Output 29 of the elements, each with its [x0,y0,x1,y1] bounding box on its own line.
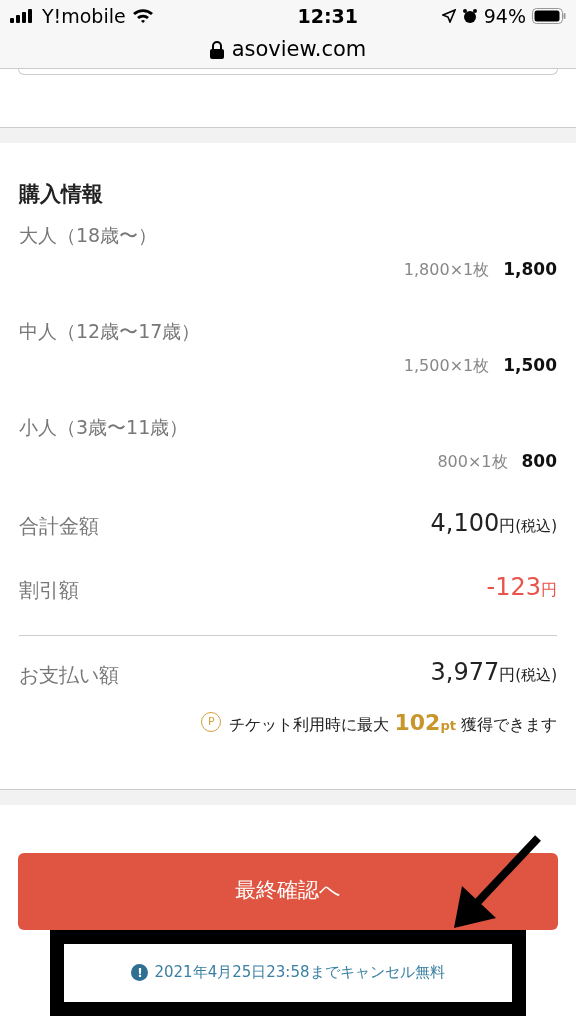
info-icon: ! [131,964,149,981]
ticket-label: 中人（12歳〜17歳） [19,318,202,344]
ticket-label: 小人（3歳〜11歳） [19,414,190,440]
section-title: 購入情報 [19,181,104,208]
summary-label: お支払い額 [19,661,119,689]
ticket-label: 大人（18歳〜） [19,222,159,248]
unit-price: 800×1枚 [437,450,508,473]
ticket-subtotal: 1,800 [503,258,557,281]
ticket-subtotal: 800 [521,450,557,473]
alarm-clock-icon [461,8,478,24]
summary-label: 割引額 [19,576,79,604]
final-confirm-button[interactable]: 最終確認へ [18,852,558,930]
cancel-policy-note: 2021年4月25日23:58までキャンセル無料 [154,962,445,984]
lock-icon [209,41,224,59]
carrier-name: Y!mobile [42,3,126,29]
wifi-icon [131,8,154,24]
points-note: チケット利用時に最大 102pt 獲得できます [229,708,557,737]
summary-label: 合計金額 [19,512,99,540]
clock-time: 12:31 [297,3,358,29]
unit-price: 1,800×1枚 [403,258,490,281]
summary-amount: 4,100円(税込) [430,507,557,539]
location-arrow-icon [441,9,456,23]
ticket-subtotal: 1,500 [503,354,557,377]
unit-price: 1,500×1枚 [403,354,490,377]
battery-icon [532,8,566,24]
summary-amount: -123円 [486,571,557,603]
url-text[interactable]: asoview.com [231,34,367,66]
battery-percent: 94% [483,3,526,29]
summary-amount: 3,977円(税込) [430,656,557,688]
